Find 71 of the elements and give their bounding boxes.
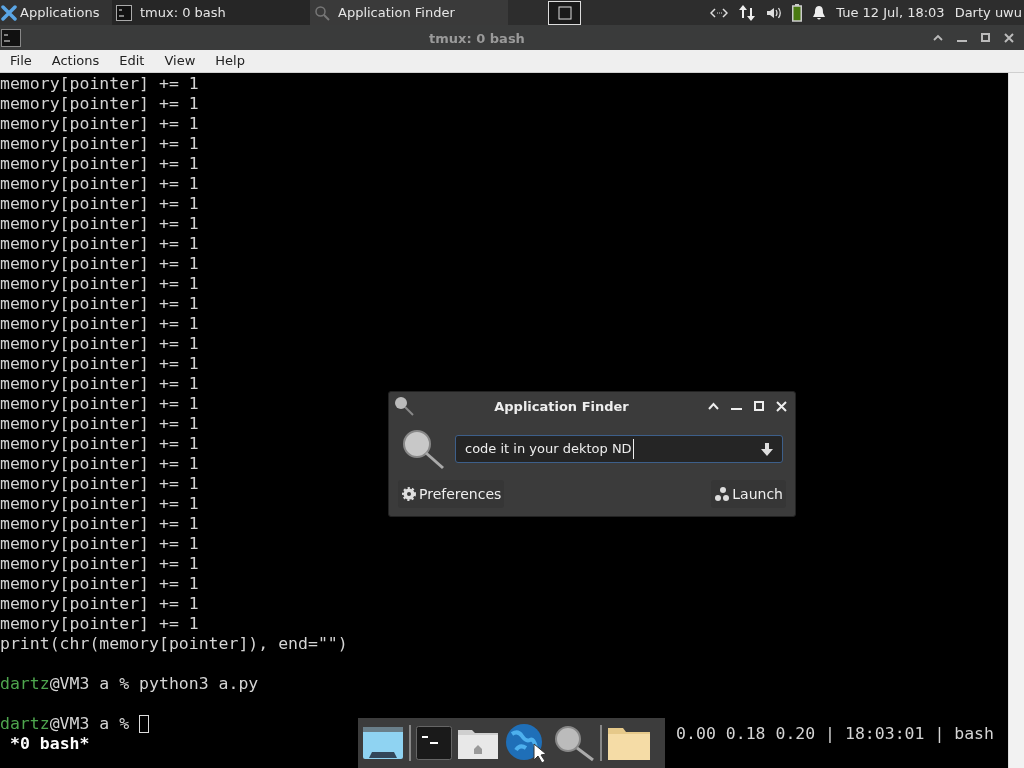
bell-icon[interactable] (812, 4, 827, 21)
terminal-line: memory[pointer] += 1 (0, 294, 199, 314)
menu-item[interactable]: Actions (43, 51, 108, 71)
terminal-line: memory[pointer] += 1 (0, 254, 199, 274)
terminal-line: memory[pointer] += 1 (0, 534, 199, 554)
window-title: tmux: 0 bash (429, 30, 525, 46)
battery-icon[interactable] (792, 3, 803, 22)
terminal-line: memory[pointer] += 1 (0, 454, 199, 474)
taskbar-button[interactable]: tmux: 0 bash (112, 0, 310, 25)
preferences-button[interactable]: Preferences (398, 480, 505, 508)
launch-button[interactable]: Launch (711, 480, 786, 508)
terminal-icon[interactable] (416, 726, 452, 760)
magnifier-icon (401, 428, 447, 470)
terminal-line: memory[pointer] += 1 (0, 554, 199, 574)
menu-item[interactable]: Help (207, 51, 253, 71)
terminal-line: memory[pointer] += 1 (0, 414, 199, 434)
scrollbar[interactable] (1008, 73, 1024, 768)
desktop-icon[interactable] (362, 726, 404, 760)
terminal-line: memory[pointer] += 1 (0, 194, 199, 214)
maximize-icon[interactable] (981, 33, 990, 42)
terminal-line: memory[pointer] += 1 (0, 614, 199, 634)
globe-icon[interactable] (504, 722, 548, 764)
terminal-line: memory[pointer] += 1 (0, 354, 199, 374)
terminal-line: memory[pointer] += 1 (0, 214, 199, 234)
down-arrow-icon[interactable] (761, 442, 773, 456)
volume-icon[interactable] (766, 5, 783, 20)
taskbar-button[interactable]: Application Finder (310, 0, 508, 25)
clock-text[interactable]: Tue 12 Jul, 18:03 (836, 2, 945, 23)
network-icon[interactable] (710, 6, 729, 19)
terminal-line: memory[pointer] += 1 (0, 174, 199, 194)
dialog-title: Application Finder (494, 398, 629, 414)
folder-icon[interactable] (607, 725, 651, 761)
magnifier-icon (393, 395, 415, 417)
terminal-line: memory[pointer] += 1 (0, 594, 199, 614)
workspace-switcher-icon[interactable] (548, 0, 581, 25)
menu-item[interactable]: Edit (111, 51, 153, 71)
terminal-line: memory[pointer] += 1 (0, 234, 199, 254)
xfce-logo-icon[interactable] (1, 4, 17, 21)
terminal-line: memory[pointer] += 1 (0, 314, 199, 334)
terminal-line: print(chr(memory[pointer]), end="") (0, 634, 348, 654)
tmux-status-text: 0.00 0.18 0.20 | 18:03:01 | bash (676, 724, 994, 744)
terminal-line: memory[pointer] += 1 (0, 274, 199, 294)
search-icon (314, 4, 330, 21)
terminal-icon (1, 28, 21, 47)
terminal-line: memory[pointer] += 1 (0, 374, 199, 394)
gear-icon (401, 486, 417, 502)
terminal-line: memory[pointer] += 1 (0, 574, 199, 594)
shade-icon[interactable] (933, 33, 943, 42)
user-name[interactable]: Darty uwu (954, 2, 1022, 23)
terminal-line: dartz@VM3 a % (0, 714, 130, 734)
terminal-line: memory[pointer] += 1 (0, 334, 199, 354)
gears-icon (714, 486, 731, 502)
close-icon[interactable] (1004, 32, 1014, 43)
terminal-line: memory[pointer] += 1 (0, 134, 199, 154)
terminal-line: dartz@VM3 a % python3 a.py (0, 674, 259, 694)
terminal-line: memory[pointer] += 1 (0, 474, 199, 494)
menu-item[interactable]: File (2, 51, 40, 71)
terminal-line: memory[pointer] += 1 (0, 74, 199, 94)
terminal-line: memory[pointer] += 1 (0, 434, 199, 454)
terminal-icon (116, 4, 132, 21)
tmux-window-label: *0 bash* (10, 734, 90, 754)
terminal-line: memory[pointer] += 1 (0, 154, 199, 174)
terminal-line: memory[pointer] += 1 (0, 514, 199, 534)
transfer-arrows-icon[interactable] (738, 3, 757, 22)
terminal-line: memory[pointer] += 1 (0, 494, 199, 514)
magnifier-icon[interactable] (553, 724, 595, 762)
terminal-line: memory[pointer] += 1 (0, 94, 199, 114)
terminal-line: memory[pointer] += 1 (0, 394, 199, 414)
search-field[interactable]: code it in your dektop ND (455, 435, 783, 463)
menu-item[interactable]: View (156, 51, 204, 71)
terminal-line: memory[pointer] += 1 (0, 114, 199, 134)
